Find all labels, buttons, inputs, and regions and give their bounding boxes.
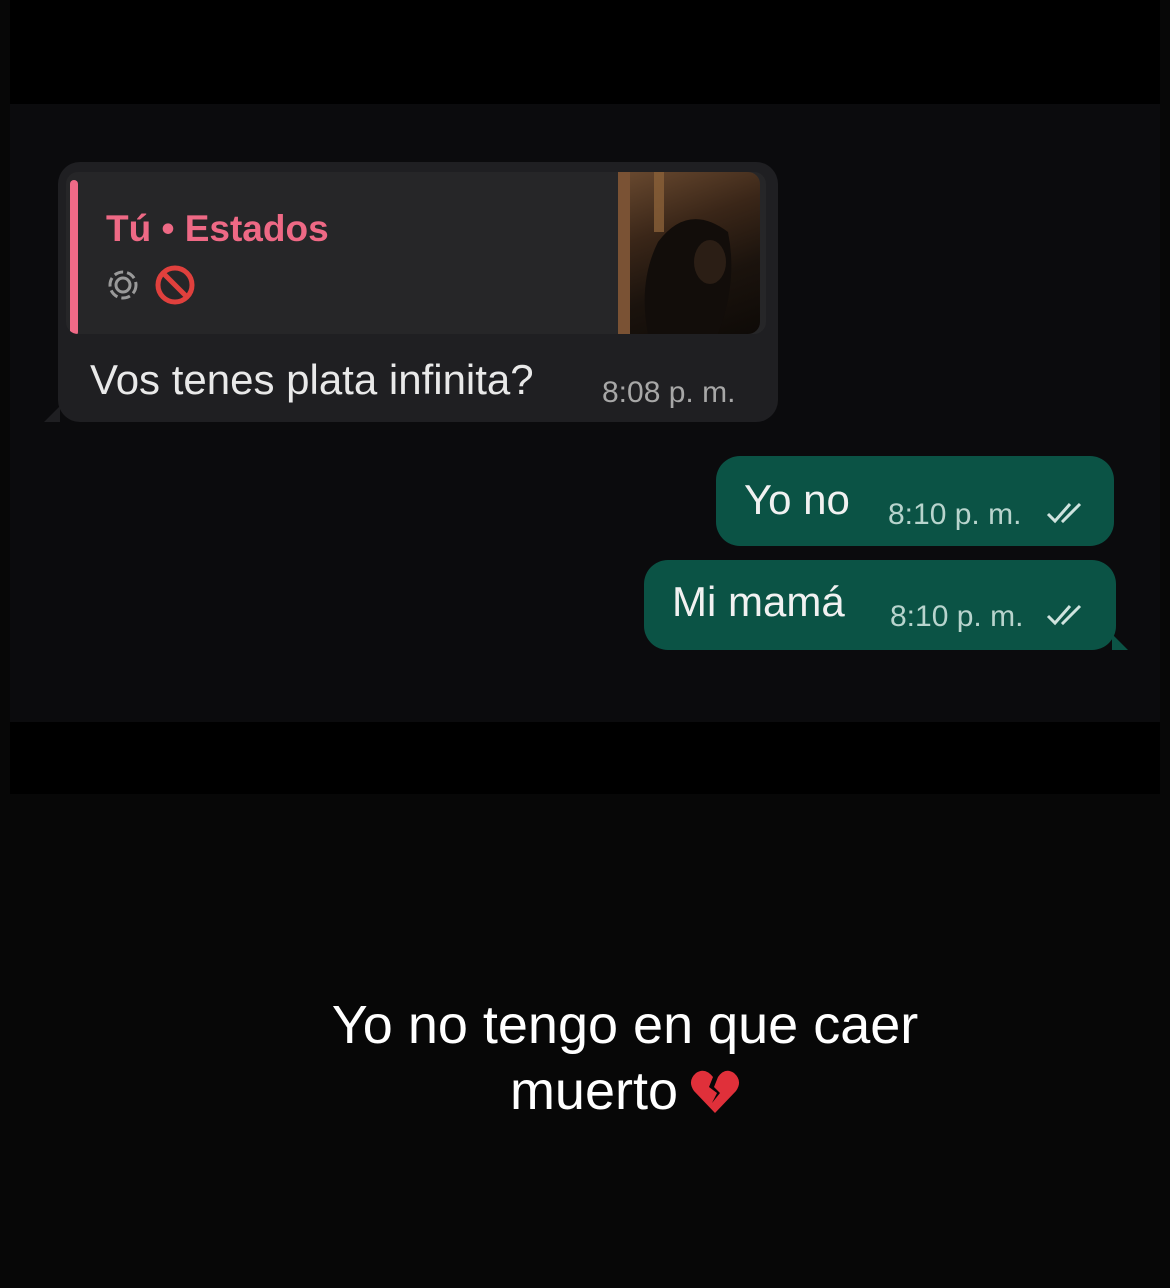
status-thumbnail[interactable]: [618, 172, 760, 334]
status-icon: [106, 268, 140, 302]
incoming-message-text: Vos tenes plata infinita?: [90, 356, 534, 403]
outgoing-message-text: Yo no: [744, 476, 850, 523]
video-caption: Yo no tengo en que caer muerto: [240, 992, 1010, 1130]
caption-line-2-text: muerto: [509, 1061, 679, 1121]
quote-accent-bar: [70, 180, 78, 334]
quote-title: Tú • Estados: [106, 208, 329, 249]
caption-line-1: Yo no tengo en que caer: [331, 995, 919, 1055]
letterbox-bottom: [10, 722, 1160, 794]
status-reply-quote[interactable]: Tú • Estados: [66, 172, 766, 334]
outgoing-message-time: 8:10 p. m.: [888, 498, 1022, 531]
outgoing-message-bubble[interactable]: Yo no 8:10 p. m.: [716, 456, 1114, 546]
read-receipt-icon: [1046, 602, 1088, 633]
read-receipt-icon: [1046, 500, 1088, 531]
quote-icons: [106, 264, 196, 306]
incoming-message-bubble[interactable]: Tú • Estados Vos tenes plata infinita? 8…: [44, 162, 778, 422]
outgoing-message-bubble[interactable]: Mi mamá 8:10 p. m.: [644, 560, 1128, 650]
letterbox-top: [10, 0, 1160, 104]
caption-line-2: muerto: [240, 1058, 1010, 1130]
screen: Tú • Estados Vos tenes plata infinita? 8…: [0, 0, 1170, 1288]
broken-heart-icon: [690, 1064, 740, 1130]
outgoing-message-time: 8:10 p. m.: [890, 600, 1024, 633]
blocked-icon: [154, 264, 196, 306]
outgoing-message-text: Mi mamá: [672, 578, 845, 625]
incoming-message-time: 8:08 p. m.: [602, 376, 736, 409]
chat-screenshot: Tú • Estados Vos tenes plata infinita? 8…: [10, 104, 1160, 722]
